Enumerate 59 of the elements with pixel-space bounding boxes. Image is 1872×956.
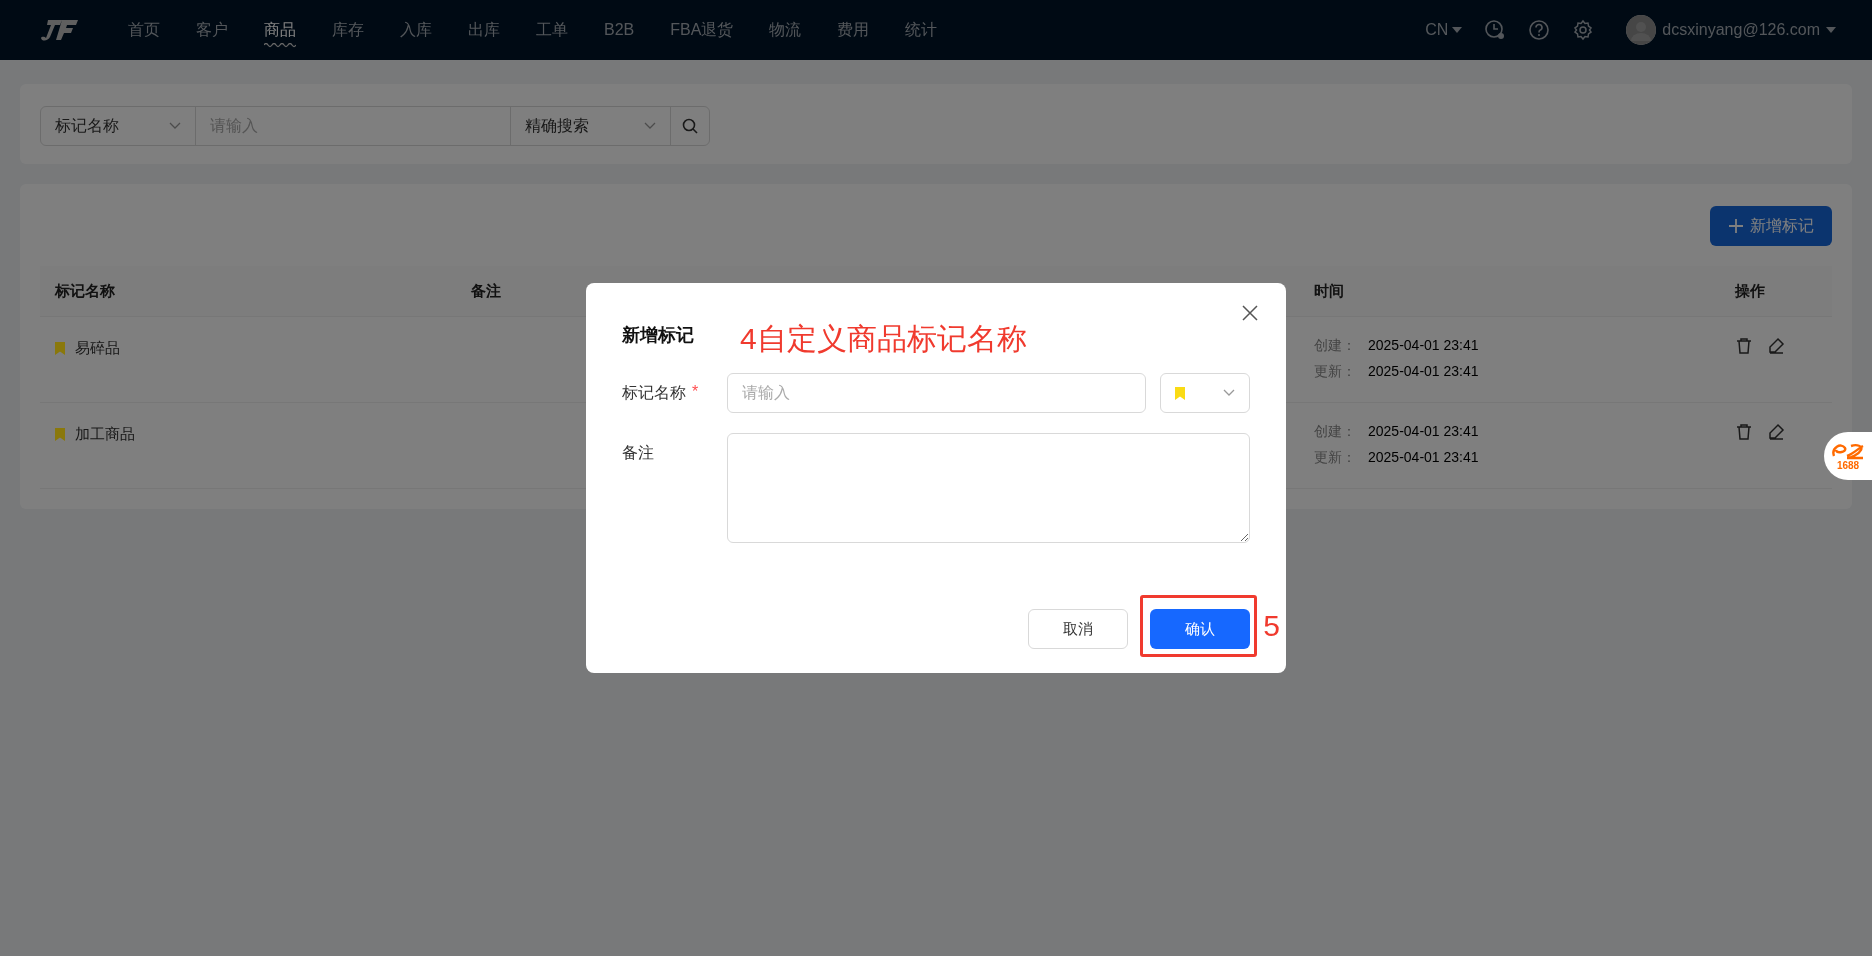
avatar-icon[interactable] xyxy=(1626,15,1657,45)
floating-badge[interactable]: 1688 xyxy=(1824,432,1872,480)
created-time: 2025-04-01 23:41 xyxy=(1368,337,1479,355)
updated-time: 2025-04-01 23:41 xyxy=(1368,449,1479,467)
nav-item[interactable]: 工单 xyxy=(518,0,586,60)
nav-item[interactable]: 商品 xyxy=(246,0,314,60)
chevron-down-icon xyxy=(169,122,181,130)
confirm-button[interactable]: 确认 xyxy=(1150,609,1250,649)
user-email[interactable]: dcsxinyang@126.com xyxy=(1662,21,1820,39)
nav-item[interactable]: 统计 xyxy=(887,0,956,60)
column-header: 备注 xyxy=(470,281,501,299)
plus-icon xyxy=(1728,218,1744,234)
add-tag-button[interactable]: 新增标记 xyxy=(1710,206,1832,246)
wavy-underline-icon xyxy=(264,43,296,48)
help-icon[interactable] xyxy=(1528,19,1551,41)
updated-label: 更新： xyxy=(1314,363,1356,381)
column-header: 时间 xyxy=(1313,281,1344,299)
tag-name-input[interactable]: 请输入 xyxy=(726,373,1147,413)
updated-label: 更新： xyxy=(1314,449,1356,467)
search-icon xyxy=(682,118,698,134)
nav-item[interactable]: 物流 xyxy=(751,0,820,60)
logo-icon xyxy=(40,18,80,42)
nav-item[interactable]: 库存 xyxy=(314,0,382,60)
nav-item[interactable]: 客户 xyxy=(178,0,246,60)
annotation-text: 4自定义商品标记名称 xyxy=(740,321,1027,357)
updated-time: 2025-04-01 23:41 xyxy=(1368,363,1479,381)
mode-select[interactable]: 精确搜索 xyxy=(511,107,671,145)
language-selector[interactable]: CN xyxy=(1425,21,1449,39)
column-header: 操作 xyxy=(1734,281,1765,299)
caret-icon xyxy=(1452,27,1463,33)
edit-icon[interactable] xyxy=(1767,337,1785,355)
nav-item[interactable]: 首页 xyxy=(110,0,178,60)
field-label: 备注 xyxy=(622,443,654,463)
color-select[interactable] xyxy=(1160,373,1250,413)
created-label: 创建： xyxy=(1314,337,1356,355)
tag-name: 易碎品 xyxy=(75,339,120,358)
nav-item[interactable]: 费用 xyxy=(819,0,888,60)
field-select[interactable]: 标记名称 xyxy=(41,107,196,145)
created-label: 创建： xyxy=(1314,423,1356,441)
required-mark: * xyxy=(692,383,699,402)
chevron-down-icon xyxy=(644,122,656,130)
cancel-button[interactable]: 取消 xyxy=(1028,609,1128,649)
column-header: 标记名称 xyxy=(53,281,115,299)
annotation-text: 5 xyxy=(1263,609,1280,643)
delete-icon[interactable] xyxy=(1735,423,1753,441)
created-time: 2025-04-01 23:41 xyxy=(1368,423,1479,441)
chevron-down-icon xyxy=(1223,389,1235,397)
settings-icon[interactable] xyxy=(1572,19,1595,41)
nav-item[interactable]: FBA退货 xyxy=(652,0,752,60)
clock-icon[interactable] xyxy=(1484,19,1507,41)
caret-icon xyxy=(1826,27,1836,33)
dialog-title: 新增标记 xyxy=(622,324,695,347)
field-label: 标记名称 xyxy=(622,383,686,403)
tag-name: 加工商品 xyxy=(75,425,135,444)
nav-item[interactable]: 出库 xyxy=(450,0,518,60)
nav-item[interactable]: 入库 xyxy=(382,0,450,60)
delete-icon[interactable] xyxy=(1735,337,1753,355)
edit-icon[interactable] xyxy=(1767,423,1785,441)
nav-item[interactable]: B2B xyxy=(586,0,653,60)
